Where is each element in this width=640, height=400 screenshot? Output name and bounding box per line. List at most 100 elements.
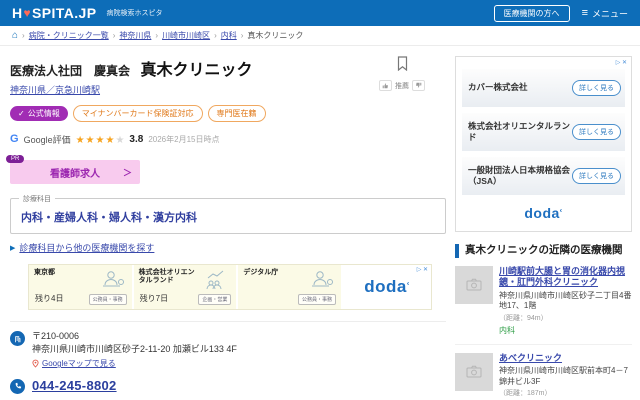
rating-score: 3.8 [129,134,143,145]
heart-icon: ♥ [24,6,32,20]
doda-logo: doda‹ [364,277,409,297]
adchoices-icon[interactable]: ▷ ✕ [417,266,428,273]
save-vote-box: 推薦 [376,56,428,91]
menu-label: メニュー [592,7,628,20]
departments-value[interactable]: 内科・産婦人科・婦人科・漢方内科 [21,212,197,224]
nearby-clinic-info: 川崎駅前大腸と胃の消化器内視鏡・肛門外科クリニック 神奈川県川崎市川崎区砂子二丁… [499,266,632,336]
pr-badge: PR [6,155,24,163]
breadcrumb-link-pref[interactable]: 神奈川県 [119,30,151,41]
ad-panel-2[interactable]: 株式会社オリエンタルランド 残り7日 企画・営業 [134,265,239,309]
breadcrumb-link-dept[interactable]: 内科 [221,30,237,41]
departments-search-link[interactable]: 診療科目から他の医療機関を探す [19,241,154,254]
ad-detail-button[interactable]: 詳しく見る [572,168,621,184]
check-icon: ✓ [18,109,25,118]
mynumber-badge: マイナンバーカード保険証対応 [73,105,203,122]
main-column: 医療法人社団 慶真会 真木クリニック 神奈川県／京急川崎駅 推薦 [10,56,446,400]
phone-number[interactable]: 044-245-8802 [32,378,117,394]
site-logo[interactable]: H ♥ SPITA.JP [12,5,96,21]
stars-filled-icon: ★★★★ [76,135,116,146]
nearby-section-title: 真木クリニックの近隣の医療機関 [455,244,632,258]
region-link[interactable]: 神奈川県／京急川崎駅 [10,85,100,95]
address-row: 〒210-0006 神奈川県川崎市川崎区砂子2-11-20 加瀬ビル133 4F… [10,330,446,370]
nearby-clinic-item: 川崎駅前大腸と胃の消化器内視鏡・肛門外科クリニック 神奈川県川崎市川崎区砂子二丁… [455,258,632,345]
sidebar-ad-row[interactable]: 一般財団法人日本規格協会（JSA） 詳しく見る [462,157,625,195]
thumbs-up-icon[interactable] [379,80,392,91]
clinic-title-row: 医療法人社団 慶真会 真木クリニック 神奈川県／京急川崎駅 推薦 [10,56,446,96]
address-text: 〒210-0006 神奈川県川崎市川崎区砂子2-11-20 加瀬ビル133 4F… [32,330,237,370]
ad-detail-button[interactable]: 詳しく見る [572,124,621,140]
google-rating-row: G Google評価 ★★★★★ 3.8 2026年2月15日時点 [10,130,446,148]
breadcrumb-sep: › [113,31,116,40]
ad-panel-1[interactable]: 東京都 残り4日 公務員・事務 [29,265,134,309]
advertiser-name: 株式会社オリエンタルランド [468,121,571,143]
ad-category-button[interactable]: 企画・営業 [198,294,231,305]
nurse-job-label: 看護師求人 [50,165,100,180]
nearby-clinic-distance: （距離：94m） [499,313,632,323]
ad-panel-title: 東京都 [34,269,96,277]
adchoices-icon[interactable]: ▷ ✕ [616,59,627,66]
doda-logo: doda‹ [524,205,562,221]
breadcrumb-current: 真木クリニック [247,30,303,41]
star-rating: ★★★★★ [76,130,125,148]
google-icon: G [10,133,19,145]
breadcrumb-link-list[interactable]: 病院・クリニック一覧 [29,30,109,41]
breadcrumb-sep: › [241,31,244,40]
address-line: 神奈川県川崎市川崎区砂子2-11-20 加瀬ビル133 4F [32,343,237,356]
person-illustration-icon [309,269,335,296]
google-map-link[interactable]: Googleマップで見る [42,358,116,370]
clinic-name: 真木クリニック [140,62,252,79]
nearby-clinic-link[interactable]: 川崎駅前大腸と胃の消化器内視鏡・肛門外科クリニック [499,266,632,289]
photo-placeholder [455,266,493,304]
ad-panel-title: 株式会社オリエンタルランド [139,269,201,286]
ad-detail-button[interactable]: 詳しく見る [572,80,621,96]
rating-date: 2026年2月15日時点 [148,134,219,145]
advertiser-name: カバー株式会社 [468,82,528,93]
doda-logo-footer[interactable]: doda‹ [462,201,625,225]
provider-button[interactable]: 医療機関の方へ [494,5,570,22]
sidebar: ▷ ✕ カバー株式会社 詳しく見る 株式会社オリエンタルランド 詳しく見る 一般… [455,56,632,400]
sidebar-ad-row[interactable]: 株式会社オリエンタルランド 詳しく見る [462,113,625,151]
breadcrumb-sep: › [214,31,217,40]
chevron-right-icon: ＞ [123,166,132,179]
nurse-job-banner[interactable]: PR 看護師求人 ＞ [10,160,140,184]
breadcrumb-sep: › [22,31,25,40]
badge-row: ✓ 公式情報 マイナンバーカード保険証対応 専門医在籍 [10,105,446,122]
home-icon[interactable]: ⌂ [12,30,18,41]
map-link-row: Googleマップで見る [32,358,237,370]
photo-placeholder [455,353,493,391]
site-tagline: 病院検索ホスピタ [106,8,162,18]
google-rating-label: Google評価 [24,133,71,146]
nearby-clinic-info: あべクリニック 神奈川県川崎市川崎区駅前本町4－7 錦井ビル3F （距離：187… [499,353,632,400]
vote-row: 推薦 [376,80,428,91]
departments-box: 診療科目 内科・産婦人科・婦人科・漢方内科 [10,198,446,234]
nearby-clinic-address: 神奈川県川崎市川崎区駅前本町4－7 錦井ビル3F [499,366,632,387]
thumbs-down-icon[interactable] [412,80,425,91]
star-empty-icon: ★ [115,135,124,146]
phone-row: 044-245-8802 [10,378,446,394]
nearby-clinic-address: 神奈川県川崎市川崎区砂子二丁目4番地17、1階 [499,291,632,312]
ad-panel-3[interactable]: デジタル庁 公務員・事務 [238,265,343,309]
ad-category-button[interactable]: 公務員・事務 [89,294,127,305]
map-pin-icon [32,359,39,368]
ad-days-left: 残り4日 [35,293,63,304]
official-badge-label: 公式情報 [28,108,60,119]
ad-days-left: 残り7日 [140,293,168,304]
hamburger-icon: ≡ [582,7,588,19]
chart-illustration-icon [204,269,230,296]
breadcrumb-link-city[interactable]: 川崎市川崎区 [162,30,210,41]
advertiser-name: 一般財団法人日本規格協会（JSA） [468,165,571,187]
sidebar-ad-row[interactable]: カバー株式会社 詳しく見る [462,69,625,107]
banner-ad[interactable]: ▷ ✕ 東京都 残り4日 公務員・事務 株式会社オリエンタルランド [28,264,432,310]
menu-button[interactable]: ≡ メニュー [582,7,628,20]
postal-code: 〒210-0006 [32,330,237,343]
logo-text-left: H [12,5,23,21]
bookmark-icon[interactable] [396,56,409,71]
building-icon [10,331,25,346]
nearby-clinic-distance: （距離：187m） [499,388,632,398]
page: H ♥ SPITA.JP 病院検索ホスピタ 医療機関の方へ ≡ メニュー ⌂ ›… [0,0,640,400]
nearby-clinic-link[interactable]: あべクリニック [499,353,632,365]
ad-panel-title: デジタル庁 [243,269,305,277]
sidebar-ad: ▷ ✕ カバー株式会社 詳しく見る 株式会社オリエンタルランド 詳しく見る 一般… [455,56,632,232]
section-divider [10,321,446,322]
ad-category-button[interactable]: 公務員・事務 [298,294,336,305]
